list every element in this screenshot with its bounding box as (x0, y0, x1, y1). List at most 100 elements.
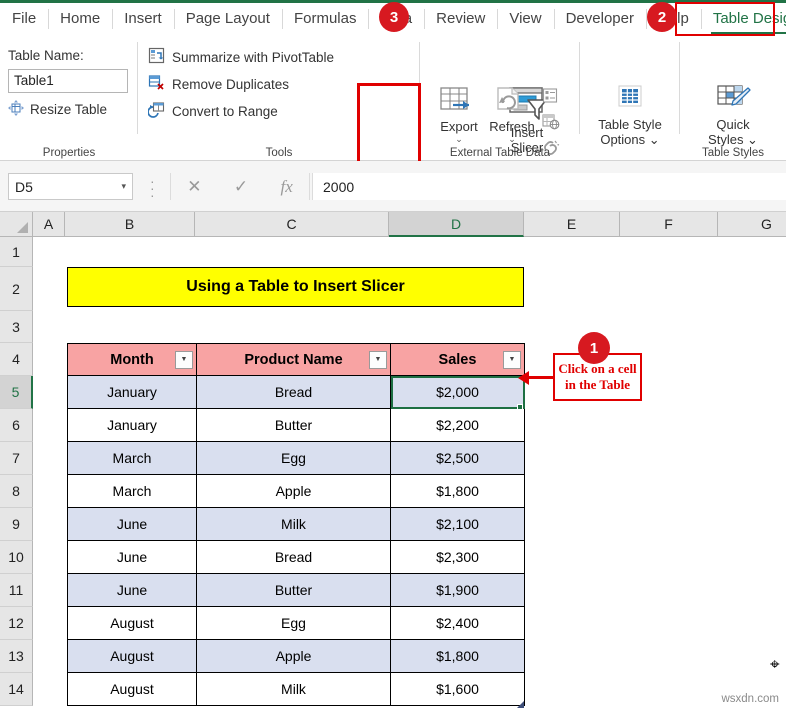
table-cell[interactable]: Egg (196, 606, 391, 640)
table-resize-handle[interactable] (517, 701, 524, 708)
table-cell[interactable]: March (67, 474, 197, 508)
table-row[interactable]: June Milk $2,100 (67, 507, 525, 541)
callout-line-2: in the Table (564, 377, 631, 392)
table-cell[interactable]: August (67, 639, 197, 673)
filter-dropdown-month[interactable]: ▼ (175, 350, 193, 369)
open-in-browser-button[interactable] (542, 114, 560, 135)
row-header-12[interactable]: 12 (0, 607, 33, 640)
name-box-chevron-down-icon[interactable]: ▾ (121, 181, 126, 192)
table-row[interactable]: January Butter $2,200 (67, 408, 525, 442)
tab-developer[interactable]: Developer (553, 0, 646, 38)
table-cell[interactable]: August (67, 606, 197, 640)
table-row[interactable]: August Milk $1,600 (67, 672, 525, 706)
table-cell[interactable]: Apple (196, 474, 391, 508)
table-cell[interactable]: $2,400 (390, 606, 525, 640)
column-header-c[interactable]: C (195, 212, 389, 237)
tab-home[interactable]: Home (48, 0, 112, 38)
table-cell[interactable]: $1,800 (390, 639, 525, 673)
row-header-1[interactable]: 1 (0, 237, 33, 267)
table-cell[interactable]: Bread (196, 540, 391, 574)
table-cell[interactable]: $1,600 (390, 672, 525, 706)
tab-insert[interactable]: Insert (112, 0, 174, 38)
table-row[interactable]: August Egg $2,400 (67, 606, 525, 640)
table-cell[interactable]: $2,300 (390, 540, 525, 574)
tab-table-design[interactable]: Table Design (700, 0, 786, 38)
column-header-e[interactable]: E (524, 212, 620, 237)
quick-styles-button[interactable]: Quick Styles ⌄ (688, 84, 778, 147)
table-cell[interactable]: $2,500 (390, 441, 525, 475)
properties-small-button[interactable] (542, 88, 560, 109)
table-row[interactable]: June Bread $2,300 (67, 540, 525, 574)
column-header-g[interactable]: G (718, 212, 786, 237)
table-cell[interactable]: Bread (196, 375, 391, 409)
row-header-14[interactable]: 14 (0, 673, 33, 706)
table-cell[interactable]: March (67, 441, 197, 475)
row-header-10[interactable]: 10 (0, 541, 33, 574)
table-name-input[interactable]: Table1 (8, 69, 128, 93)
resize-table-button[interactable]: Resize Table (8, 100, 107, 119)
summarize-with-pivottable-button[interactable]: Summarize with PivotTable (148, 47, 334, 67)
tab-file[interactable]: File (0, 0, 48, 38)
table-cell[interactable]: June (67, 507, 197, 541)
row-headers: 1 2 3 4 5 6 7 8 9 10 11 12 13 14 (0, 237, 33, 706)
title-banner: Using a Table to Insert Slicer (67, 267, 524, 307)
row-header-13[interactable]: 13 (0, 640, 33, 673)
column-header-d[interactable]: D (389, 212, 524, 237)
table-row[interactable]: June Butter $1,900 (67, 573, 525, 607)
name-box[interactable]: D5 ▾ (8, 173, 133, 200)
table-cell[interactable]: June (67, 540, 197, 574)
tab-review[interactable]: Review (424, 0, 497, 38)
filter-dropdown-product-name[interactable]: ▼ (369, 350, 387, 369)
row-header-3[interactable]: 3 (0, 311, 33, 343)
table-cell[interactable]: January (67, 375, 197, 409)
row-header-5[interactable]: 5 (0, 376, 33, 409)
select-all-corner[interactable] (0, 212, 33, 237)
tab-page-layout[interactable]: Page Layout (173, 0, 282, 38)
table-cell[interactable]: $1,800 (390, 474, 525, 508)
table-cell[interactable]: $1,900 (390, 573, 525, 607)
table-cell[interactable]: Apple (196, 639, 391, 673)
table-cell[interactable]: Milk (196, 672, 391, 706)
insert-function-icon[interactable]: fx (281, 177, 293, 197)
table-cell[interactable]: Egg (196, 441, 391, 475)
table-row[interactable]: January Bread $2,000 (67, 375, 525, 409)
row-header-2[interactable]: 2 (0, 267, 33, 311)
column-header-a[interactable]: A (33, 212, 65, 237)
export-button[interactable]: Export ⌄ (434, 86, 484, 144)
table-row[interactable]: August Apple $1,800 (67, 639, 525, 673)
column-header-b[interactable]: B (65, 212, 195, 237)
column-header-f[interactable]: F (620, 212, 718, 237)
filter-dropdown-sales[interactable]: ▼ (503, 350, 521, 369)
row-header-11[interactable]: 11 (0, 574, 33, 607)
tab-view[interactable]: View (497, 0, 553, 38)
convert-to-range-button[interactable]: Convert to Range (147, 101, 278, 121)
table-row[interactable]: March Egg $2,500 (67, 441, 525, 475)
cancel-icon[interactable]: ✕ (187, 177, 201, 197)
refresh-button[interactable]: Refresh ⌄ (486, 86, 538, 144)
table-cell[interactable]: $2,100 (390, 507, 525, 541)
row-header-7[interactable]: 7 (0, 442, 33, 475)
remove-duplicates-button[interactable]: Remove Duplicates (148, 74, 289, 94)
table-cell[interactable]: June (67, 573, 197, 607)
table-cell[interactable]: $2,200 (390, 408, 525, 442)
formula-input[interactable]: 2000 (312, 173, 786, 200)
fill-handle[interactable] (517, 404, 523, 410)
table-cell[interactable]: January (67, 408, 197, 442)
row-header-9[interactable]: 9 (0, 508, 33, 541)
row-header-6[interactable]: 6 (0, 409, 33, 442)
formula-bar-grip[interactable]: · · · (150, 174, 155, 202)
table-style-options-button[interactable]: Table Style Options ⌄ (585, 84, 675, 147)
tab-formulas[interactable]: Formulas (281, 0, 369, 38)
refresh-chevron-down-icon[interactable]: ⌄ (508, 134, 516, 144)
export-chevron-down-icon[interactable]: ⌄ (455, 134, 463, 144)
table-cell[interactable]: Butter (196, 573, 391, 607)
table-cell[interactable]: $2,000 (390, 375, 525, 409)
table-cell[interactable]: Milk (196, 507, 391, 541)
grid-canvas[interactable]: Using a Table to Insert Slicer Month ▼ P… (33, 237, 786, 710)
table-cell[interactable]: Butter (196, 408, 391, 442)
table-cell[interactable]: August (67, 672, 197, 706)
row-header-8[interactable]: 8 (0, 475, 33, 508)
row-header-4[interactable]: 4 (0, 343, 33, 376)
confirm-icon[interactable]: ✓ (234, 177, 248, 197)
table-row[interactable]: March Apple $1,800 (67, 474, 525, 508)
